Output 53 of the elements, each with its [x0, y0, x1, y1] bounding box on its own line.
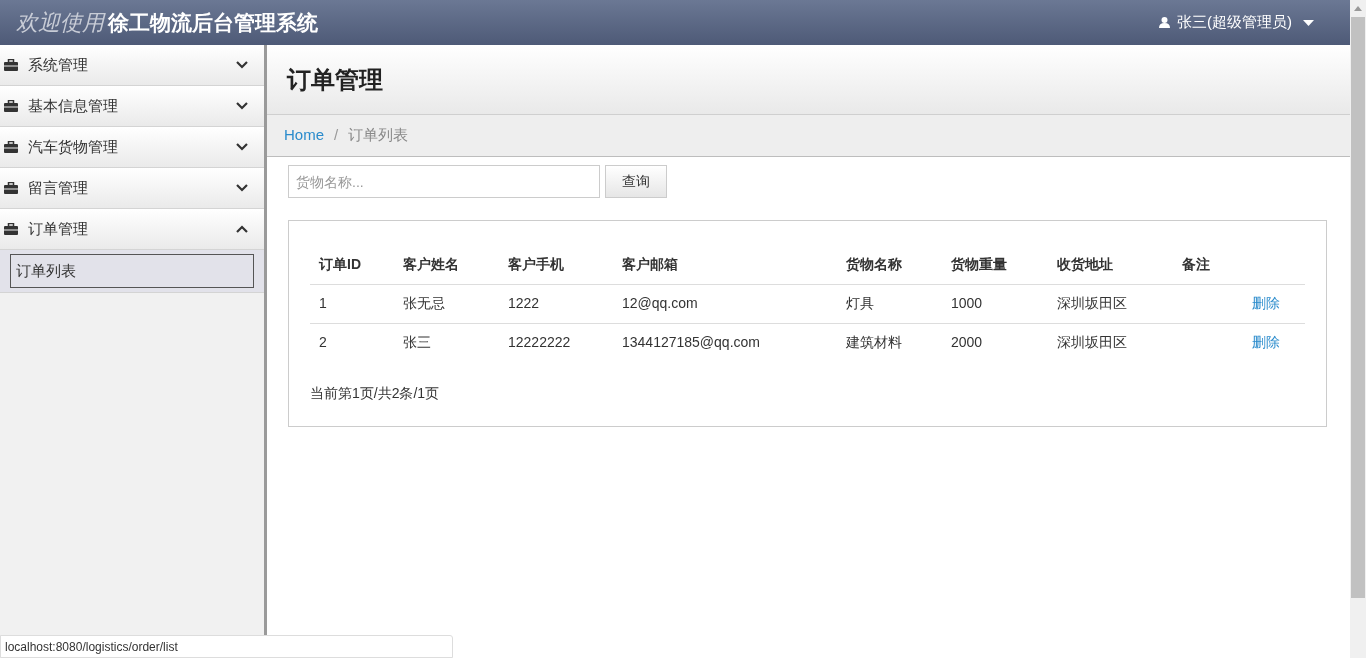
- column-header: 货物重量: [942, 245, 1048, 284]
- page-title: 订单管理: [287, 64, 383, 95]
- table-cell: 12222222: [499, 323, 613, 362]
- table-cell: 张三: [394, 323, 499, 362]
- search-button[interactable]: 查询: [605, 165, 667, 198]
- menu-label: 系统管理: [28, 54, 88, 75]
- menu-label: 基本信息管理: [28, 95, 118, 116]
- table-cell: 深圳坂田区: [1048, 284, 1173, 323]
- breadcrumb-separator: /: [334, 125, 339, 146]
- column-header: 货物名称: [837, 245, 942, 284]
- table-cell: 建筑材料: [837, 323, 942, 362]
- table-cell: 1000: [942, 284, 1048, 323]
- user-icon: [1159, 17, 1170, 28]
- sidebar-menu-item[interactable]: 订单管理: [0, 209, 264, 250]
- table-cell: 2: [310, 323, 394, 362]
- column-header: 收货地址: [1048, 245, 1173, 284]
- app-title: 徐工物流后台管理系统: [108, 9, 318, 36]
- sidebar-menu-item[interactable]: 基本信息管理: [0, 86, 264, 127]
- delete-link[interactable]: 删除: [1252, 295, 1280, 311]
- briefcase-icon: [4, 100, 18, 112]
- column-header: 备注: [1173, 245, 1233, 284]
- welcome-text: 欢迎使用: [16, 9, 104, 37]
- menu-label: 订单管理: [28, 218, 88, 239]
- table-cell: 1222: [499, 284, 613, 323]
- briefcase-icon: [4, 141, 18, 153]
- scroll-up-icon: [1354, 6, 1362, 11]
- column-header: 客户手机: [499, 245, 613, 284]
- delete-link[interactable]: 删除: [1252, 334, 1280, 351]
- column-header: 客户姓名: [394, 245, 499, 284]
- menu-label: 汽车货物管理: [28, 136, 118, 157]
- pagination-info: 当前第1页/共2条/1页: [310, 384, 441, 403]
- sidebar-menu-item[interactable]: 系统管理: [0, 45, 264, 86]
- briefcase-icon: [4, 59, 18, 71]
- breadcrumb-current: 订单列表: [348, 125, 409, 146]
- table-cell: 深圳坂田区: [1048, 323, 1173, 362]
- menu-label: 留言管理: [28, 177, 88, 198]
- table-cell: 灯具: [837, 284, 942, 323]
- submenu-item[interactable]: 订单列表: [10, 254, 254, 288]
- sidebar-menu-item[interactable]: 汽车货物管理: [0, 127, 264, 168]
- search-field[interactable]: 货物名称...: [288, 165, 600, 198]
- caret-down-icon: [1303, 19, 1314, 26]
- table-cell: 12@qq.com: [613, 284, 837, 323]
- user-menu-button[interactable]: 张三(超级管理员): [1177, 11, 1292, 34]
- status-bar: localhost:8080/logistics/order/list: [0, 635, 453, 658]
- table-cell: 1: [310, 284, 394, 323]
- sidebar-menu-item[interactable]: 留言管理: [0, 168, 264, 209]
- column-header: 订单ID: [310, 245, 394, 284]
- table-cell: 2000: [942, 323, 1048, 362]
- table-cell: 张无忌: [394, 284, 499, 323]
- briefcase-icon: [4, 223, 18, 235]
- column-header: 客户邮箱: [613, 245, 837, 284]
- briefcase-icon: [4, 182, 18, 194]
- table-cell: 1344127185@qq.com: [613, 323, 837, 362]
